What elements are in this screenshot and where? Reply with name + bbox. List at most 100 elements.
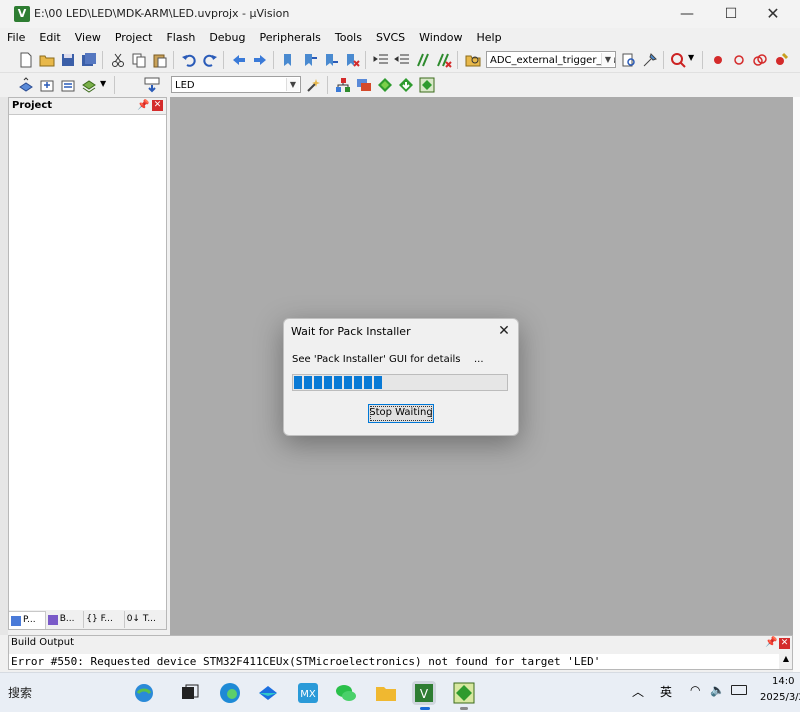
build-icon[interactable] <box>39 77 55 93</box>
file-explorer-icon[interactable] <box>374 681 398 705</box>
input-language[interactable]: 英 <box>660 683 672 700</box>
batch-build-icon[interactable] <box>81 77 97 93</box>
tab-templates-label: 0↓ T... <box>126 614 156 624</box>
open-folder-icon[interactable] <box>39 52 55 68</box>
kill-breakpoints-icon[interactable] <box>773 52 789 68</box>
menu-file[interactable]: File <box>0 28 32 48</box>
stop-waiting-button[interactable]: Stop Waiting <box>368 404 434 423</box>
select-software-packs-icon[interactable] <box>356 77 372 93</box>
feishu-app-icon[interactable] <box>256 681 280 705</box>
pack-installer-taskbar-icon[interactable] <box>452 681 476 705</box>
project-panel-title: Project <box>12 100 53 111</box>
previous-bookmark-icon[interactable] <box>302 52 318 68</box>
clock-time[interactable]: 14:0 <box>772 676 794 687</box>
translate-icon[interactable] <box>18 77 34 93</box>
target-options-icon[interactable] <box>306 77 322 93</box>
taskbar-search[interactable]: 搜索 <box>8 684 32 701</box>
chevron-up-icon[interactable]: ︿ <box>632 683 644 700</box>
find-combo[interactable]: ADC_external_trigger_sou ▼ <box>486 51 616 68</box>
uncomment-icon[interactable] <box>436 52 452 68</box>
close-icon[interactable]: ✕ <box>152 100 163 111</box>
wifi-icon[interactable]: ◠ <box>690 683 700 697</box>
find-in-files-icon[interactable] <box>465 52 481 68</box>
close-icon[interactable]: ✕ <box>779 638 790 649</box>
manage-rte-icon[interactable] <box>377 77 393 93</box>
progress-segment <box>364 376 372 389</box>
build-toolbar: ▼ LED ▼ <box>0 73 440 97</box>
chevron-down-icon[interactable]: ▼ <box>601 53 614 66</box>
chevron-down-icon[interactable]: ▼ <box>286 78 299 91</box>
task-view-icon[interactable] <box>178 681 202 705</box>
weather-widget-icon[interactable] <box>132 681 156 705</box>
scroll-up-icon[interactable]: ▲ <box>780 654 792 669</box>
project-panel-header: Project 📌 ✕ <box>9 98 166 115</box>
tab-books-label: B... <box>59 614 75 624</box>
indent-icon[interactable] <box>373 52 389 68</box>
disable-breakpoints-icon[interactable] <box>752 52 768 68</box>
copy-icon[interactable] <box>131 52 147 68</box>
paste-icon[interactable] <box>152 52 168 68</box>
new-file-icon[interactable] <box>18 52 34 68</box>
menu-bar: File Edit View Project Flash Debug Perip… <box>0 28 800 48</box>
configure-icon[interactable] <box>642 52 658 68</box>
maximize-button[interactable]: ☐ <box>708 0 754 28</box>
volume-icon[interactable]: 🔈 <box>710 683 725 697</box>
menu-svcs[interactable]: SVCS <box>369 28 412 48</box>
clear-bookmarks-icon[interactable] <box>344 52 360 68</box>
next-bookmark-icon[interactable] <box>323 52 339 68</box>
clock-date[interactable]: 2025/3/2 <box>760 692 800 703</box>
redo-icon[interactable] <box>202 52 218 68</box>
bookmark-icon[interactable] <box>281 52 297 68</box>
stm32cubemx-icon[interactable]: MX <box>296 681 320 705</box>
wechat-icon[interactable] <box>334 681 358 705</box>
menu-peripherals[interactable]: Peripherals <box>253 28 328 48</box>
project-tree[interactable] <box>9 115 166 610</box>
menu-window[interactable]: Window <box>412 28 469 48</box>
rebuild-icon[interactable] <box>60 77 76 93</box>
menu-project[interactable]: Project <box>108 28 160 48</box>
load-download-icon[interactable] <box>144 77 160 93</box>
battery-icon[interactable] <box>731 685 747 695</box>
build-output-panel: Build Output 📌 ✕ Error #550: Requested d… <box>8 635 793 670</box>
navigate-forward-icon[interactable] <box>252 52 268 68</box>
menu-debug[interactable]: Debug <box>202 28 252 48</box>
pack-installer-window-icon[interactable] <box>419 77 435 93</box>
debug-session-icon[interactable] <box>670 52 686 68</box>
menu-view[interactable]: View <box>68 28 108 48</box>
progress-bar <box>292 374 508 391</box>
manage-project-icon[interactable] <box>335 77 351 93</box>
target-combo[interactable]: LED ▼ <box>171 76 301 93</box>
batch-dropdown-icon[interactable]: ▼ <box>100 79 106 88</box>
tab-books[interactable]: B... <box>46 611 85 628</box>
tab-templates[interactable]: 0↓ T... <box>125 611 166 628</box>
insert-breakpoint-icon[interactable] <box>710 52 726 68</box>
debug-dropdown-icon[interactable]: ▼ <box>688 53 694 62</box>
comment-icon[interactable] <box>415 52 431 68</box>
incremental-find-icon[interactable] <box>621 52 637 68</box>
pin-icon[interactable]: 📌 <box>137 100 149 111</box>
minimize-button[interactable]: — <box>664 0 710 28</box>
unindent-icon[interactable] <box>394 52 410 68</box>
menu-tools[interactable]: Tools <box>328 28 369 48</box>
menu-help[interactable]: Help <box>470 28 509 48</box>
tab-functions[interactable]: {} F... <box>84 611 125 628</box>
menu-edit[interactable]: Edit <box>32 28 67 48</box>
save-icon[interactable] <box>60 52 76 68</box>
dialog-message: See 'Pack Installer' GUI for details <box>292 354 461 365</box>
save-all-icon[interactable] <box>81 52 97 68</box>
close-icon[interactable]: ✕ <box>494 321 514 341</box>
edge-browser-icon[interactable] <box>218 681 242 705</box>
pack-installer-icon[interactable] <box>398 77 414 93</box>
undo-icon[interactable] <box>181 52 197 68</box>
menu-flash[interactable]: Flash <box>159 28 202 48</box>
uvision-taskbar-icon[interactable]: V <box>412 681 436 705</box>
cut-icon[interactable] <box>110 52 126 68</box>
navigate-back-icon[interactable] <box>231 52 247 68</box>
uvision-app-icon[interactable]: V <box>14 6 30 22</box>
tab-project[interactable]: P... <box>9 611 46 629</box>
pin-icon[interactable]: 📌 <box>765 637 777 648</box>
find-combo-value: ADC_external_trigger_sou <box>490 55 616 66</box>
enable-breakpoint-icon[interactable] <box>731 52 747 68</box>
active-indicator <box>420 707 430 710</box>
close-window-button[interactable]: ✕ <box>750 0 796 28</box>
